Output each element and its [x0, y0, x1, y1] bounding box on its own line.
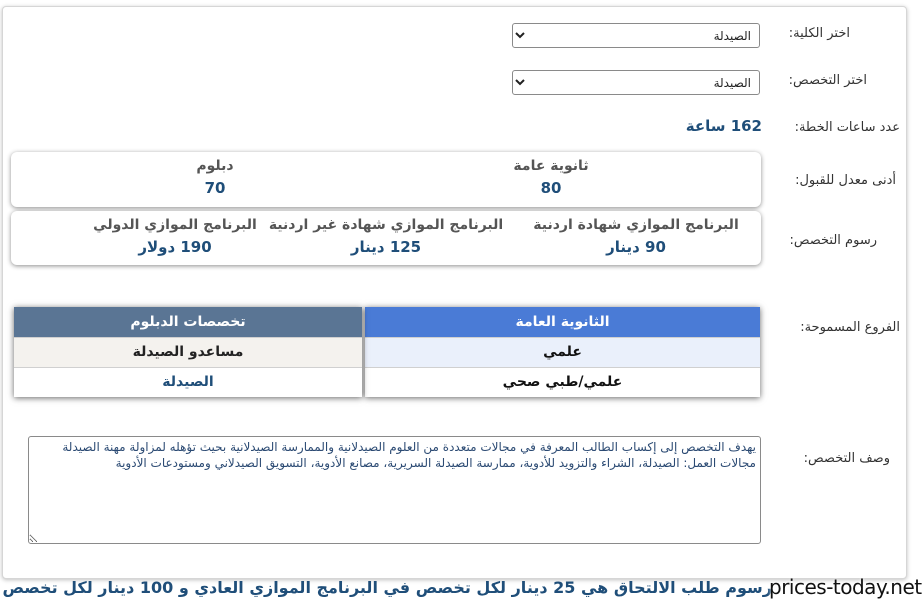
- college-select[interactable]: الصيدلة: [512, 23, 760, 48]
- fees-label: رسوم التخصص:: [789, 233, 877, 248]
- fee-non-jordanian: البرنامج الموازي شهادة غير اردنية 125 دي…: [266, 214, 506, 258]
- min-avg-diploma: دبلوم 70: [65, 155, 365, 199]
- min-avg-diploma-label: دبلوم: [196, 158, 234, 174]
- fee-international: البرنامج الموازي الدولي 190 دولار: [55, 214, 295, 258]
- fee-international-label: البرنامج الموازي الدولي: [93, 217, 257, 233]
- fee-jordanian: البرنامج الموازي شهادة اردنية 90 دينار: [516, 214, 756, 258]
- table-row: الصيدلة: [14, 366, 362, 397]
- major-select[interactable]: الصيدلة: [512, 70, 760, 95]
- college-label: اختر الكلية:: [788, 26, 850, 41]
- min-avg-general: ثانوية عامة 80: [401, 155, 701, 199]
- description-textarea[interactable]: يهدف التخصص إلى إكساب الطالب المعرفة في …: [28, 436, 761, 544]
- fees-card: البرنامج الموازي شهادة اردنية 90 دينار ا…: [11, 211, 761, 265]
- branches-label: الفروع المسموحة:: [800, 320, 900, 335]
- fee-international-value: 190 دولار: [138, 238, 212, 256]
- diploma-branches-table: تخصصات الدبلوم مساعدو الصيدلة الصيدلة: [14, 307, 362, 397]
- min-avg-general-label: ثانوية عامة: [513, 158, 589, 174]
- fee-non-jordanian-value: 125 دينار: [350, 238, 422, 256]
- min-avg-diploma-value: 70: [204, 179, 226, 197]
- major-label: اختر التخصص:: [788, 73, 867, 88]
- general-branches-table: الثانوية العامة علمي علمي/طبي صحي: [365, 307, 760, 397]
- fee-jordanian-value: 90 دينار: [606, 238, 666, 256]
- site-watermark: prices-today.net: [769, 575, 922, 599]
- table-row: مساعدو الصيدلة: [14, 336, 362, 367]
- fee-non-jordanian-label: البرنامج الموازي شهادة غير اردنية: [268, 217, 504, 233]
- min-avg-label: أدنى معدل للقبول:: [795, 173, 896, 188]
- hours-label: عدد ساعات الخطة:: [794, 120, 900, 135]
- diploma-branches-header: تخصصات الدبلوم: [14, 307, 362, 337]
- ticker-text: رسوم طلب الالتحاق هي 25 دينار لكل تخصص ف…: [0, 578, 772, 597]
- table-row: علمي/طبي صحي: [365, 366, 760, 397]
- fee-jordanian-label: البرنامج الموازي شهادة اردنية: [533, 217, 739, 233]
- desc-label: وصف التخصص:: [803, 451, 890, 466]
- general-branches-header: الثانوية العامة: [365, 307, 760, 337]
- min-avg-general-value: 80: [540, 179, 562, 197]
- table-row: علمي: [365, 336, 760, 367]
- hours-value: 162 ساعة: [685, 117, 762, 135]
- min-avg-card: ثانوية عامة 80 دبلوم 70: [11, 152, 761, 207]
